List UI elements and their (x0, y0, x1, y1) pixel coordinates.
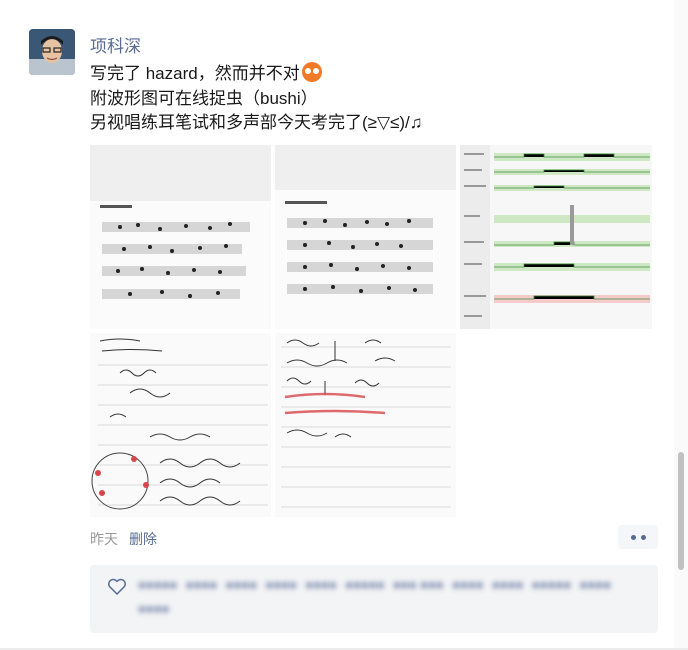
avatar[interactable] (29, 29, 75, 75)
post-text: 写完了 hazard，然而并不对 附波形图可在线捉虫（bushi） 另视唱练耳笔… (90, 62, 423, 136)
author-name[interactable]: 项科深 (90, 32, 141, 57)
image-thumbnail[interactable] (90, 145, 271, 329)
liker-name[interactable]: ●●●● (452, 577, 483, 592)
like-names: ●●●●● ●●●● ●●●● ●●●● ●●●● ●●●●● ●●● ●●● … (138, 574, 648, 622)
post-line: 另视唱练耳笔试和多声部今天考完了(≥▽≤)/♫ (90, 113, 423, 132)
image-thumbnail[interactable] (275, 145, 456, 329)
liker-name[interactable]: ●●● ●●● (393, 577, 444, 592)
dot-icon (640, 534, 646, 540)
liker-name[interactable]: ●●●● (265, 577, 296, 592)
liker-name[interactable]: ●●●● (138, 601, 169, 616)
liker-name[interactable]: ●●●●● (138, 577, 177, 592)
post-line: 附波形图可在线捉虫（bushi） (90, 88, 318, 108)
liker-name[interactable]: ●●●● (305, 577, 336, 592)
more-options-button[interactable] (618, 525, 658, 549)
image-thumbnail[interactable] (460, 145, 652, 329)
image-thumbnail[interactable] (275, 333, 456, 517)
liker-name[interactable]: ●●●● (492, 577, 523, 592)
post-line: 写完了 hazard，然而并不对 (90, 62, 423, 87)
liker-name[interactable]: ●●●● (580, 577, 611, 592)
liker-name[interactable]: ●●●● (226, 577, 257, 592)
post-time: 昨天 (90, 531, 118, 547)
liker-name[interactable]: ●●●●● (345, 577, 384, 592)
sweat-face-emoji-icon (301, 62, 322, 82)
dot-icon (630, 534, 636, 540)
liker-name[interactable]: ●●●●● (532, 577, 571, 592)
image-thumbnail[interactable] (90, 333, 271, 517)
delete-link[interactable]: 删除 (129, 529, 157, 549)
post-line-1-text: 写完了 hazard，然而并不对 (90, 64, 300, 83)
likes-panel: ●●●●● ●●●● ●●●● ●●●● ●●●● ●●●●● ●●● ●●● … (90, 565, 658, 633)
liker-name[interactable]: ●●●● (186, 577, 217, 592)
scrollbar-thumb[interactable] (678, 452, 684, 570)
heart-icon (108, 578, 126, 595)
